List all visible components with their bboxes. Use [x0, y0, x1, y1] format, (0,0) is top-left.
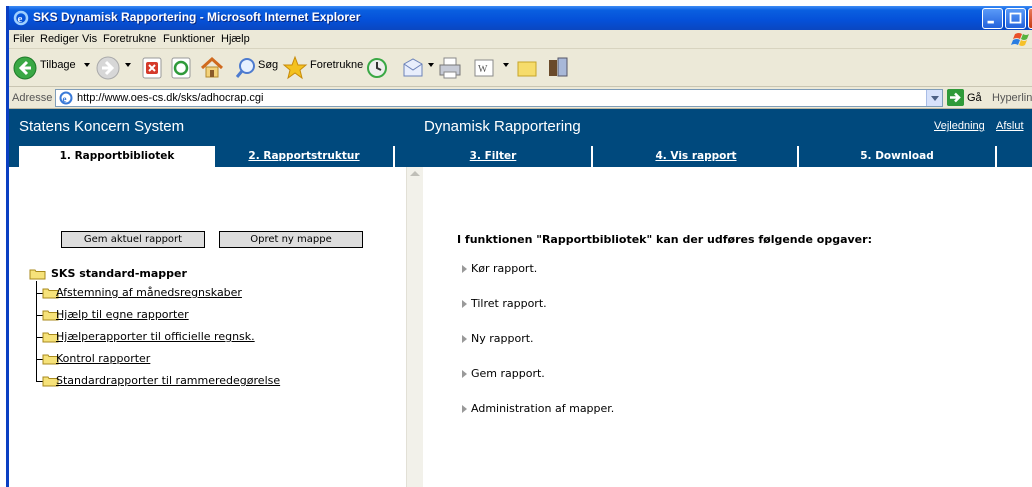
- tab-report-library[interactable]: 1. Rapportbibliotek: [19, 146, 215, 167]
- address-label: Adresse: [12, 92, 53, 104]
- back-icon[interactable]: [12, 54, 38, 82]
- windows-logo-icon: [1011, 33, 1029, 46]
- tab-bar: 1. Rapportbibliotek 2. Rapportstruktur 3…: [9, 143, 1032, 167]
- minimize-icon: [987, 20, 994, 24]
- links-label[interactable]: Hyperlink: [992, 92, 1032, 104]
- mail-icon[interactable]: [401, 54, 425, 82]
- help-link[interactable]: Vejledning: [934, 120, 985, 132]
- title-bar: e SKS Dynamisk Rapportering - Microsoft …: [9, 6, 1032, 30]
- task-manage-folders: Administration af mapper.: [471, 402, 615, 415]
- search-label[interactable]: Søg: [258, 59, 278, 71]
- logout-link[interactable]: Afslut: [996, 120, 1024, 132]
- arrow-right-icon: [462, 405, 467, 413]
- messenger-icon[interactable]: [545, 54, 571, 82]
- app-title: Statens Koncern System: [19, 118, 185, 135]
- menu-help[interactable]: Hjælp: [221, 33, 250, 45]
- go-button[interactable]: Gå: [967, 92, 982, 104]
- page-icon: e: [59, 91, 73, 105]
- menu-bar: Filer Rediger Vis Foretrukne Funktioner …: [9, 30, 1032, 49]
- tab-show-report[interactable]: 4. Vis rapport: [595, 146, 799, 167]
- tree-item-link[interactable]: Standardrapporter til rammeredegørelse: [56, 374, 280, 387]
- tab-report-structure[interactable]: 2. Rapportstruktur: [215, 146, 395, 167]
- mail-dropdown-icon[interactable]: [428, 63, 434, 67]
- menu-favorites[interactable]: Foretrukne: [103, 33, 156, 45]
- address-dropdown-button[interactable]: [926, 90, 942, 106]
- save-report-button[interactable]: Gem aktuel rapport: [61, 231, 205, 248]
- menu-view[interactable]: Vis: [82, 33, 97, 45]
- module-title: Dynamisk Rapportering: [424, 118, 581, 135]
- arrow-right-icon: [462, 370, 467, 378]
- ie-icon: e: [13, 10, 29, 26]
- right-pane: I funktionen "Rapportbibliotek" kan der …: [423, 167, 1032, 487]
- stop-icon[interactable]: [140, 54, 164, 82]
- tree-item-link[interactable]: Afstemning af månedsregnskaber: [56, 286, 242, 299]
- task-save-report: Gem rapport.: [471, 367, 545, 380]
- arrow-right-icon: [462, 335, 467, 343]
- refresh-icon[interactable]: [169, 54, 193, 82]
- edit-dropdown-icon[interactable]: [503, 63, 509, 67]
- new-folder-button[interactable]: Opret ny mappe: [219, 231, 363, 248]
- back-label[interactable]: Tilbage: [40, 59, 76, 71]
- print-icon[interactable]: [437, 54, 463, 82]
- tab-filter[interactable]: 3. Filter: [395, 146, 593, 167]
- intro-text: I funktionen "Rapportbibliotek" kan der …: [457, 233, 872, 246]
- forward-dropdown-icon[interactable]: [125, 63, 131, 67]
- svg-text:W: W: [478, 64, 488, 75]
- browser-window: e SKS Dynamisk Rapportering - Microsoft …: [6, 6, 1032, 487]
- app-header: Statens Koncern System Dynamisk Rapporte…: [9, 109, 1032, 143]
- menu-file[interactable]: Filer: [13, 33, 34, 45]
- history-icon[interactable]: [365, 54, 389, 82]
- favorites-label[interactable]: Foretrukne: [310, 59, 363, 71]
- maximize-icon: [1009, 12, 1022, 24]
- discuss-icon[interactable]: [515, 54, 539, 82]
- address-url[interactable]: http://www.oes-cs.dk/sks/adhocrap.cgi: [77, 92, 263, 104]
- web-page: Statens Koncern System Dynamisk Rapporte…: [9, 109, 1032, 487]
- close-button[interactable]: [1028, 8, 1032, 29]
- scroll-up-icon[interactable]: [410, 171, 420, 176]
- folder-icon: [29, 269, 46, 280]
- tree-item-link[interactable]: Kontrol rapporter: [56, 352, 150, 365]
- task-run-report: Kør rapport.: [471, 262, 538, 275]
- maximize-button[interactable]: [1005, 8, 1026, 29]
- tab-download[interactable]: 5. Download: [799, 146, 997, 167]
- menu-tools[interactable]: Funktioner: [163, 33, 215, 45]
- left-scrollbar[interactable]: [406, 167, 423, 487]
- svg-text:e: e: [18, 13, 23, 25]
- tree-root-label[interactable]: SKS standard-mapper: [51, 267, 187, 280]
- favorites-icon[interactable]: [282, 54, 308, 82]
- edit-icon[interactable]: W: [471, 54, 497, 82]
- left-pane: [9, 167, 406, 487]
- toolbar: Tilbage Søg Foretrukne W: [9, 49, 1032, 87]
- task-edit-report: Tilret rapport.: [471, 297, 547, 310]
- search-icon[interactable]: [235, 54, 257, 82]
- tree-connector: [36, 281, 37, 382]
- tree-item-link[interactable]: Hjælp til egne rapporter: [56, 308, 189, 321]
- address-input[interactable]: e http://www.oes-cs.dk/sks/adhocrap.cgi: [55, 89, 943, 107]
- tree-item-link[interactable]: Hjælperapporter til officielle regnsk.: [56, 330, 255, 343]
- forward-icon[interactable]: [95, 54, 121, 82]
- menu-edit[interactable]: Rediger: [40, 33, 79, 45]
- window-title: SKS Dynamisk Rapportering - Microsoft In…: [33, 10, 361, 24]
- address-bar: Adresse e http://www.oes-cs.dk/sks/adhoc…: [9, 87, 1032, 109]
- svg-text:e: e: [63, 94, 67, 104]
- back-dropdown-icon[interactable]: [84, 63, 90, 67]
- go-arrow-icon[interactable]: [947, 89, 964, 106]
- minimize-button[interactable]: [982, 8, 1003, 29]
- home-icon[interactable]: [199, 54, 225, 82]
- task-new-report: Ny rapport.: [471, 332, 534, 345]
- chevron-down-icon: [931, 96, 939, 101]
- arrow-right-icon: [462, 300, 467, 308]
- arrow-right-icon: [462, 265, 467, 273]
